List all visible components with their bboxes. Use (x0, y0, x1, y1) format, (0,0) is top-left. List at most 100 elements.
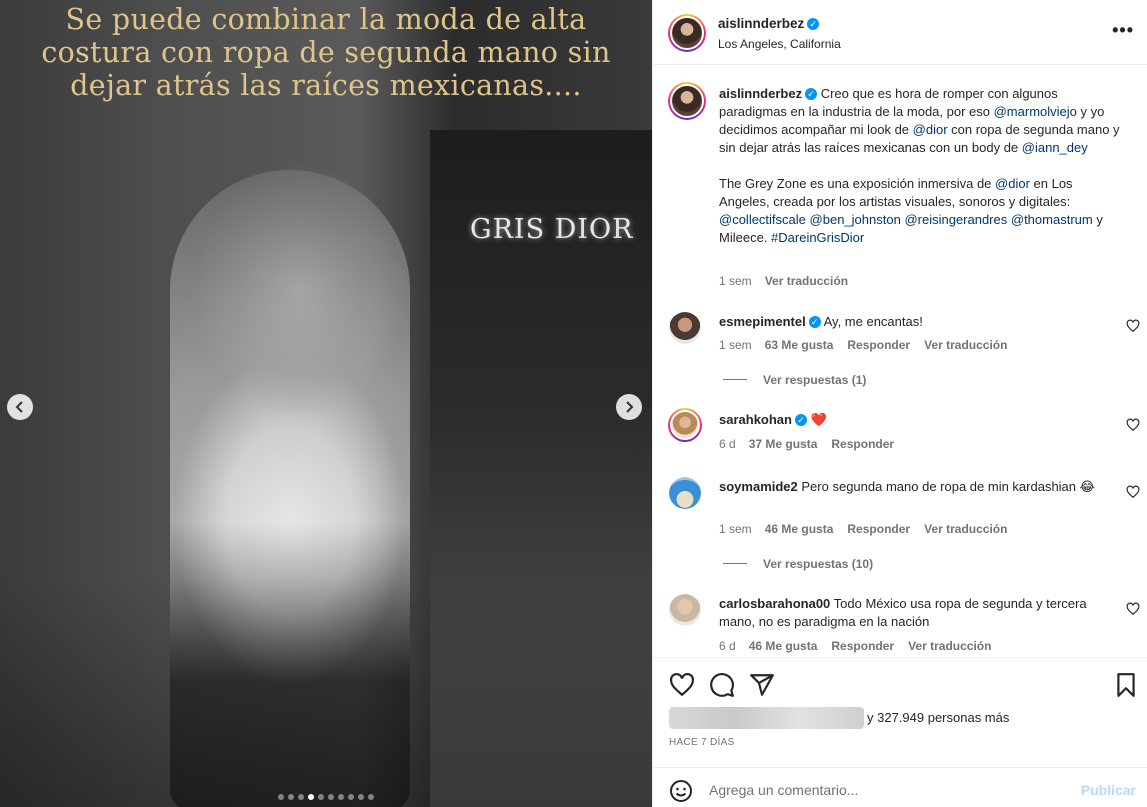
comment-text: sarahkohan ✓ ❤️ (719, 411, 1119, 429)
timestamp[interactable]: 1 sem (719, 522, 752, 536)
carousel-dot (278, 794, 284, 800)
avatar[interactable] (668, 82, 706, 120)
likes-summary: y 327.949 personas más (669, 707, 1139, 729)
carousel-dot (358, 794, 364, 800)
verified-icon: ✓ (807, 18, 820, 30)
avatar[interactable] (669, 594, 701, 626)
header-user: aislinnderbez ✓ (718, 16, 820, 31)
mention-link[interactable]: @dior (913, 122, 948, 137)
translate-button[interactable]: Ver traducción (908, 639, 991, 653)
comments-scroll-area[interactable]: aislinnderbez ✓ Creo que es hora de rompe… (653, 65, 1147, 657)
reply-button[interactable]: Responder (847, 338, 910, 352)
mention-link[interactable]: @collectifscale (719, 212, 806, 227)
chevron-left-icon (15, 401, 23, 413)
comment-meta: 6 d 46 Me gusta Responder Ver traducción (719, 639, 991, 653)
comment-text: carlosbarahona00 Todo México usa ropa de… (719, 595, 1099, 631)
mention-link[interactable]: @iann_dey (1022, 140, 1088, 155)
avatar[interactable] (669, 477, 701, 509)
avatar[interactable] (669, 312, 701, 344)
photo-overlay-text: Se puede combinar la moda de alta costur… (41, 3, 611, 102)
caption-username[interactable]: aislinnderbez (719, 86, 802, 101)
carousel-dot (368, 794, 374, 800)
post-side-panel: aislinnderbez ✓ Los Angeles, California •… (652, 0, 1147, 807)
comment-like-icon[interactable] (1126, 485, 1140, 499)
action-bar (653, 657, 1147, 699)
translate-button[interactable]: Ver traducción (765, 274, 848, 288)
comment-input[interactable] (709, 779, 1069, 801)
avatar[interactable] (668, 408, 702, 442)
mention-link[interactable]: @ben_johnston (810, 212, 901, 227)
next-slide-button[interactable] (616, 394, 642, 420)
mention-link[interactable]: @dior (995, 176, 1030, 191)
verified-icon: ✓ (794, 414, 807, 426)
like-count[interactable]: 46 Me gusta (765, 522, 834, 536)
comment-item: soymamide2 Pero segunda mano de ropa de … (653, 477, 1147, 577)
comment-meta: 6 d 37 Me gusta Responder (719, 437, 894, 451)
comment-content: Pero segunda mano de ropa de min kardash… (801, 479, 1095, 494)
comment-username[interactable]: sarahkohan (719, 412, 792, 427)
translate-button[interactable]: Ver traducción (924, 338, 1007, 352)
more-icon[interactable]: ••• (1112, 20, 1134, 41)
post-header: aislinnderbez ✓ Los Angeles, California •… (653, 0, 1147, 65)
comment-item: carlosbarahona00 Todo México usa ropa de… (653, 594, 1147, 657)
publish-button[interactable]: Publicar (1081, 782, 1136, 798)
photo-shade (0, 577, 652, 807)
carousel-dot (288, 794, 294, 800)
view-replies-button[interactable]: Ver respuestas (1) (723, 373, 866, 387)
timestamp[interactable]: 6 d (719, 639, 736, 653)
username-link[interactable]: aislinnderbez (718, 16, 804, 31)
reply-button[interactable]: Responder (831, 639, 894, 653)
carousel-dot (318, 794, 324, 800)
comment-username[interactable]: soymamide2 (719, 479, 798, 494)
carousel-dot (298, 794, 304, 800)
comment-like-icon[interactable] (1126, 602, 1140, 616)
likes-text[interactable]: y 327.949 personas más (867, 710, 1009, 725)
comment-like-icon[interactable] (1126, 319, 1140, 333)
dior-sign: GRIS DIOR (470, 214, 634, 245)
comment-text: soymamide2 Pero segunda mano de ropa de … (719, 478, 1099, 496)
view-replies-button[interactable]: Ver respuestas (10) (723, 557, 873, 571)
carousel-dot (328, 794, 334, 800)
verified-icon: ✓ (805, 88, 818, 100)
comment-icon[interactable] (709, 672, 735, 698)
likers-redacted[interactable] (669, 707, 864, 729)
mention-link[interactable]: @marmolviejo (994, 104, 1077, 119)
reply-button[interactable]: Responder (847, 522, 910, 536)
like-count[interactable]: 46 Me gusta (749, 639, 818, 653)
location-link[interactable]: Los Angeles, California (718, 37, 841, 51)
comment-item: sarahkohan ✓ ❤️ 6 d 37 Me gusta Responder (653, 408, 1147, 460)
comment-item: esmepimentel ✓ Ay, me encantas! 1 sem 63 M… (653, 312, 1147, 392)
timestamp[interactable]: 1 sem (719, 274, 752, 288)
hashtag-link[interactable]: #DareinGrisDior (771, 230, 864, 245)
caption-text: aislinnderbez ✓ Creo que es hora de rompe… (719, 85, 1124, 247)
post-date[interactable]: HACE 7 DÍAS (669, 737, 735, 748)
comment-meta: 1 sem 46 Me gusta Responder Ver traducción (719, 522, 1007, 536)
like-count[interactable]: 37 Me gusta (749, 437, 818, 451)
share-icon[interactable] (749, 672, 775, 698)
comment-username[interactable]: esmepimentel (719, 314, 806, 329)
emoji-icon[interactable] (669, 779, 693, 803)
previous-slide-button[interactable] (7, 394, 33, 420)
translate-button[interactable]: Ver traducción (924, 522, 1007, 536)
add-comment-bar: Publicar (653, 767, 1147, 807)
caption: aislinnderbez ✓ Creo que es hora de rompe… (653, 82, 1147, 307)
chevron-right-icon (626, 401, 634, 413)
comment-content: ❤️ (810, 412, 827, 427)
comment-content: Ay, me encantas! (823, 314, 923, 329)
reply-button[interactable]: Responder (831, 437, 894, 451)
mention-link[interactable]: @reisingerandres (904, 212, 1007, 227)
timestamp[interactable]: 6 d (719, 437, 736, 451)
heart-icon[interactable] (669, 672, 695, 698)
post-media[interactable]: GRIS DIOR Se puede combinar la moda de a… (0, 0, 652, 807)
mention-link[interactable]: @thomastrum (1011, 212, 1093, 227)
carousel-dot (308, 794, 314, 800)
avatar[interactable] (668, 14, 706, 52)
bookmark-icon[interactable] (1113, 672, 1139, 698)
comment-text: esmepimentel ✓ Ay, me encantas! (719, 313, 1119, 331)
like-count[interactable]: 63 Me gusta (765, 338, 834, 352)
timestamp[interactable]: 1 sem (719, 338, 752, 352)
likes-count[interactable]: y 327.949 personas más (867, 710, 1009, 725)
comment-username[interactable]: carlosbarahona00 (719, 596, 830, 611)
comment-like-icon[interactable] (1126, 418, 1140, 432)
post-dialog: GRIS DIOR Se puede combinar la moda de a… (0, 0, 1147, 807)
